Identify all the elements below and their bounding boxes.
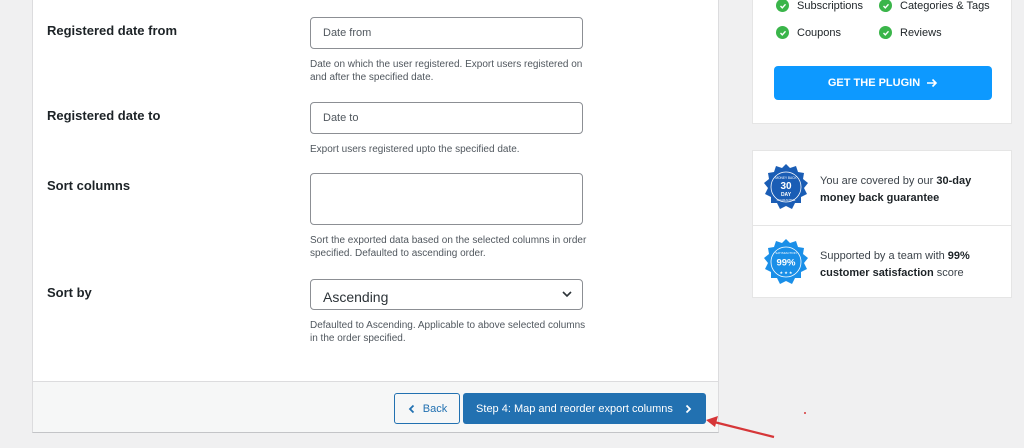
satisfaction-badge-ring-text: SATISFACTION [775, 251, 796, 255]
registered-date-from-placeholder: Date from [323, 27, 372, 39]
feature-label: Categories & Tags [900, 0, 990, 12]
chevron-left-icon [408, 404, 414, 413]
feature-label: Coupons [797, 26, 842, 39]
guarantee-card: 30 DAY MONEY BACK GUARANTEE You are cove… [752, 150, 1012, 298]
registered-date-from-description: Date on which the user registered. Expor… [310, 59, 583, 83]
feature-item: Subscriptions [776, 0, 863, 12]
feature-item: Coupons [776, 26, 841, 39]
satisfaction-badge-icon: 99% SATISFACTION ★ ★ ★ [764, 239, 808, 284]
money-back-text: You are covered by our 30-day money back… [820, 173, 1000, 207]
arrow-right-icon [927, 78, 938, 88]
sort-by-value: Ascending [323, 289, 389, 305]
registered-date-from-label: Registered date from [47, 23, 178, 38]
check-circle-icon [879, 26, 892, 39]
feature-label: Subscriptions [797, 0, 864, 12]
sort-by-description: Defaulted to Ascending. Applicable to ab… [310, 320, 586, 344]
money-back-text-prefix: You are covered by our [820, 175, 937, 187]
check-circle-icon [879, 0, 892, 12]
satisfaction-text: Supported by a team with 99% customer sa… [820, 248, 1000, 282]
chevron-down-icon [562, 291, 572, 298]
sort-columns-label: Sort columns [47, 178, 131, 193]
annotation-dot [804, 412, 806, 414]
feature-item: Reviews [879, 26, 942, 39]
money-back-badge-bottom-text: GUARANTEE [777, 198, 796, 202]
registered-date-to-input[interactable]: Date to [310, 102, 583, 134]
svg-text:★ ★ ★: ★ ★ ★ [780, 270, 793, 275]
next-step-button[interactable]: Step 4: Map and reorder export columns [463, 393, 706, 424]
check-circle-icon [776, 0, 789, 12]
money-back-badge-top-text: MONEY BACK [775, 176, 797, 180]
check-circle-icon [776, 26, 789, 39]
registered-date-to-description: Export users registered upto the specifi… [310, 144, 520, 155]
chevron-right-icon [685, 404, 692, 413]
get-plugin-button[interactable]: GET THE PLUGIN [774, 66, 992, 100]
sort-columns-input[interactable] [310, 173, 583, 225]
money-back-badge-number: 30 [780, 181, 792, 192]
money-back-badge-icon: 30 DAY MONEY BACK GUARANTEE [764, 164, 808, 209]
back-button[interactable]: Back [394, 393, 460, 424]
annotation-arrow-icon [706, 416, 775, 439]
sort-columns-description: Sort the exported data based on the sele… [310, 235, 587, 259]
satisfaction-text-prefix: Supported by a team with [820, 250, 948, 262]
back-button-label: Back [422, 402, 448, 415]
satisfaction-badge-number: 99% [776, 258, 796, 269]
wizard-footer: Back Step 4: Map and reorder export colu… [33, 381, 718, 432]
sort-by-select[interactable]: Ascending [310, 279, 583, 310]
get-plugin-button-label: GET THE PLUGIN [827, 77, 921, 89]
satisfaction-text-suffix: score [933, 267, 964, 279]
satisfaction-row: 99% SATISFACTION ★ ★ ★ Supported by a te… [753, 225, 1011, 299]
feature-label: Reviews [900, 26, 942, 39]
sort-by-label: Sort by [47, 285, 92, 300]
plugin-promo-card: Subscriptions Categories & Tags Coupons … [752, 0, 1012, 124]
export-settings-panel: Registered date from Date from Date on w… [32, 0, 719, 433]
next-step-button-label: Step 4: Map and reorder export columns [476, 402, 673, 415]
registered-date-to-placeholder: Date to [323, 112, 359, 124]
registered-date-to-label: Registered date to [47, 108, 161, 123]
registered-date-from-input[interactable]: Date from [310, 17, 583, 49]
feature-item: Categories & Tags [879, 0, 990, 12]
money-back-row: 30 DAY MONEY BACK GUARANTEE You are cove… [753, 151, 1011, 225]
